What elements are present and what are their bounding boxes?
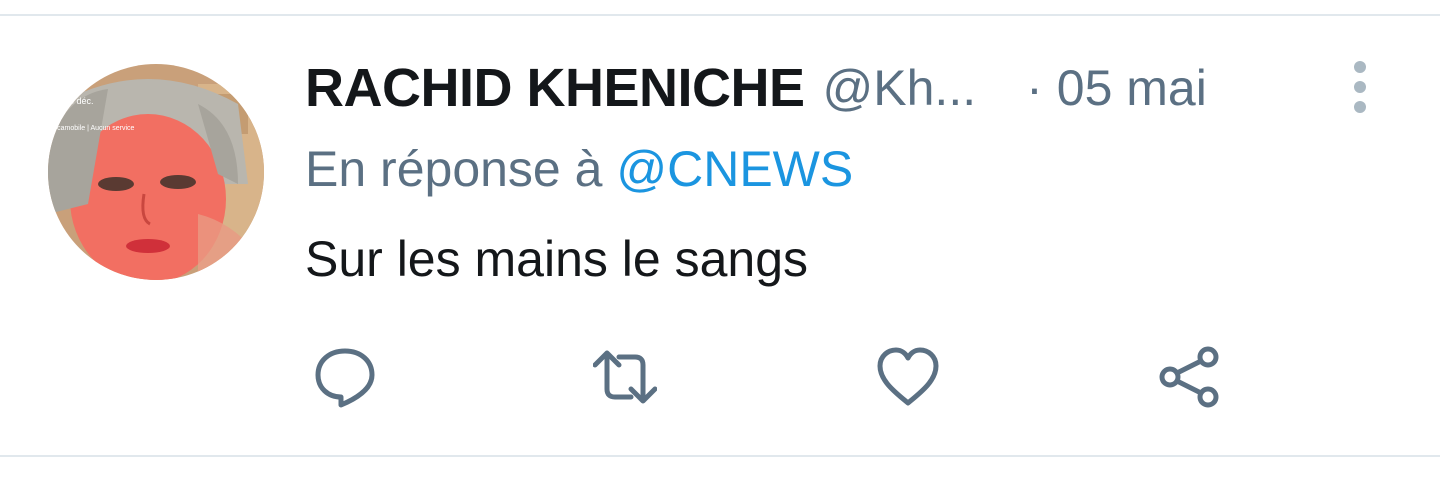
avatar-image: n. 13 déc. Lycamobile | Aucun service xyxy=(48,64,264,280)
avatar[interactable]: n. 13 déc. Lycamobile | Aucun service xyxy=(48,64,264,280)
share-icon xyxy=(1159,346,1219,408)
reply-mention-link[interactable]: @CNEWS xyxy=(616,141,853,197)
retweet-icon xyxy=(593,350,657,404)
tweet-date[interactable]: 05 mai xyxy=(1057,59,1207,117)
avatar-overlay-line2: Lycamobile | Aucun service xyxy=(50,125,135,132)
reply-button[interactable] xyxy=(313,345,377,409)
separator-dot: · xyxy=(1026,60,1043,116)
author-handle[interactable]: @Kh... xyxy=(823,59,977,117)
share-button[interactable] xyxy=(1158,345,1222,409)
author-name[interactable]: RACHID KHENICHE xyxy=(305,57,805,119)
avatar-overlay-line1: n. 13 déc. xyxy=(54,96,94,106)
reply-icon xyxy=(315,348,375,408)
bottom-divider xyxy=(0,455,1440,457)
more-options-icon[interactable] xyxy=(1350,60,1370,114)
reply-prefix: En réponse à xyxy=(305,141,603,197)
like-button[interactable] xyxy=(876,345,940,409)
tweet-header: RACHID KHENICHE @Kh... · 05 mai xyxy=(305,56,1207,120)
top-divider xyxy=(0,14,1440,16)
reply-context: En réponse à @CNEWS xyxy=(305,140,853,198)
tweet-card[interactable]: n. 13 déc. Lycamobile | Aucun service RA… xyxy=(0,0,1440,501)
tweet-text: Sur les mains le sangs xyxy=(305,231,809,287)
retweet-button[interactable] xyxy=(593,345,657,409)
like-icon xyxy=(877,347,939,406)
